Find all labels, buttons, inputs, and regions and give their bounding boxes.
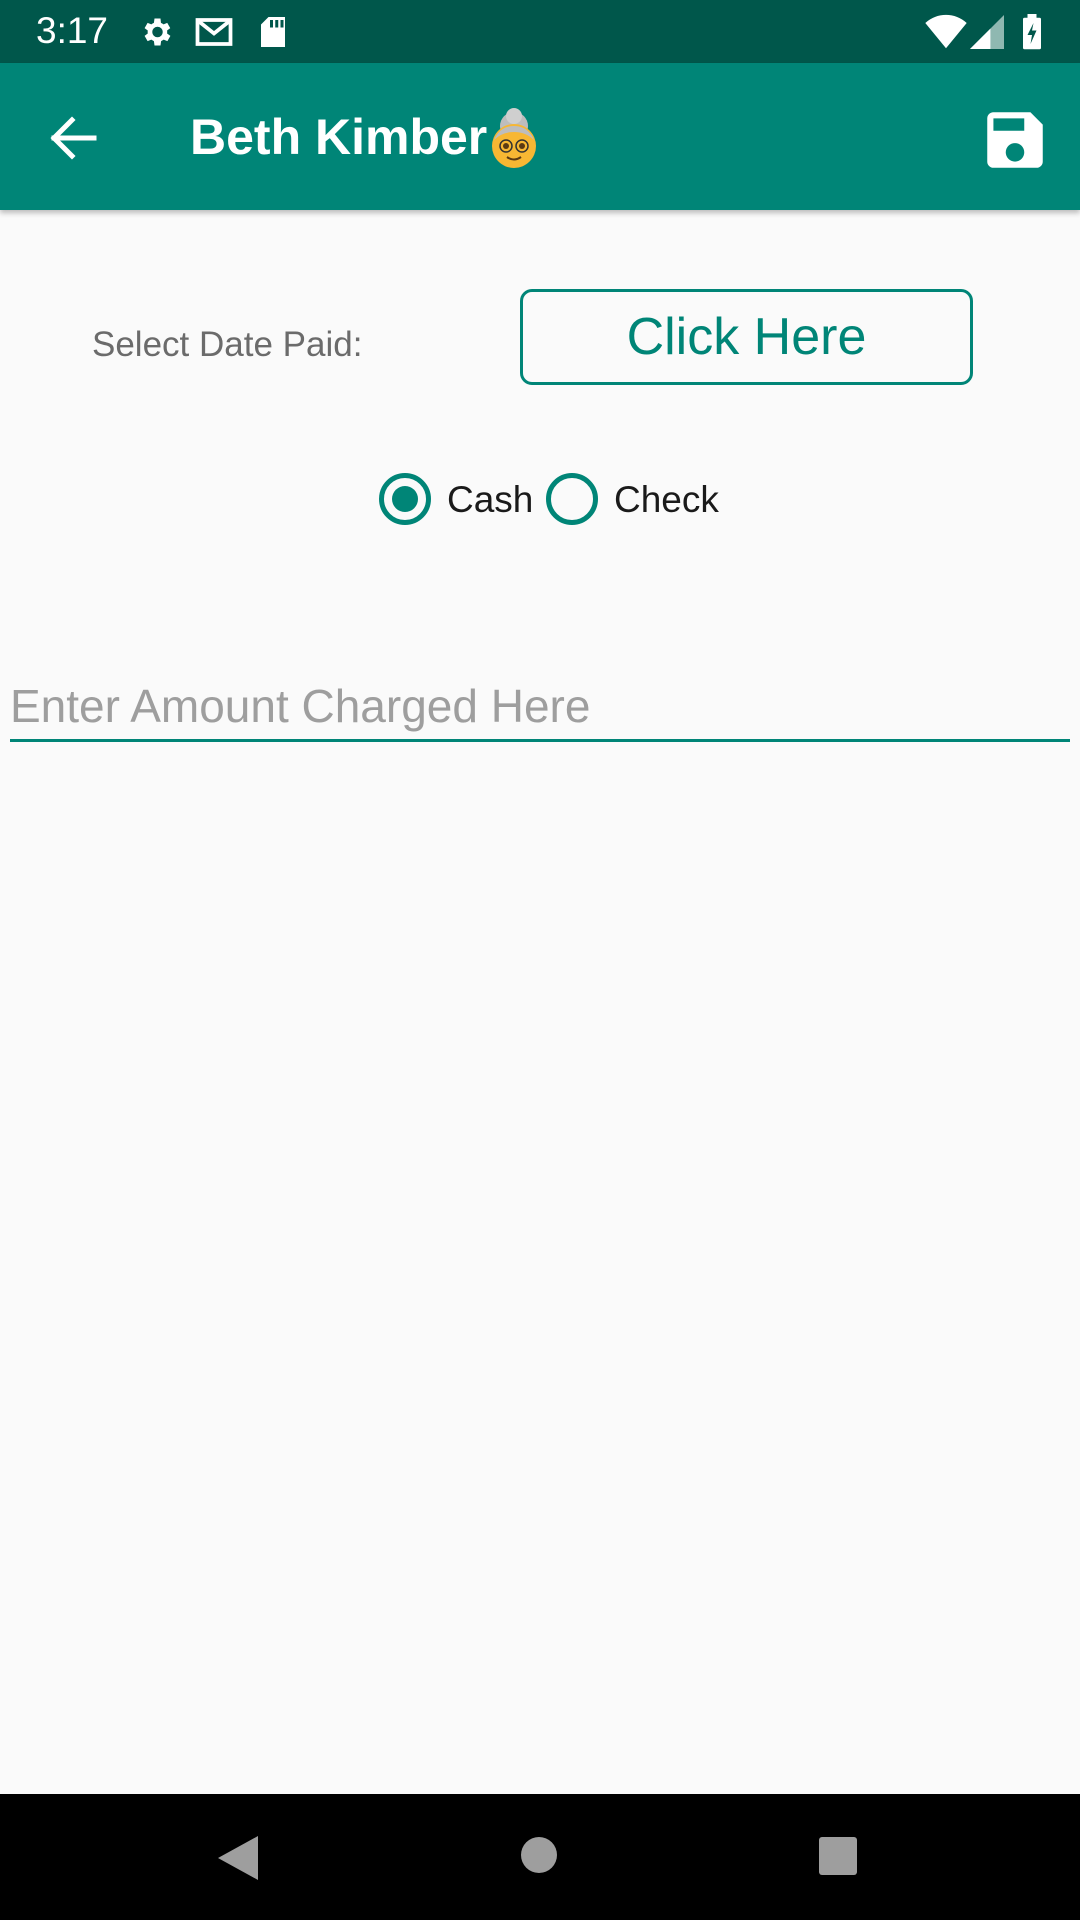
- home-circle-icon[interactable]: [520, 1836, 558, 1874]
- app-bar: Beth Kimber: [0, 63, 1080, 210]
- status-bar: 3:17: [0, 0, 1080, 63]
- radio-check[interactable]: [544, 471, 600, 527]
- recents-square-icon[interactable]: [818, 1836, 858, 1876]
- gmail-icon: [195, 18, 233, 46]
- save-floppy-icon[interactable]: [978, 103, 1052, 177]
- battery-charging-icon: [1023, 14, 1041, 50]
- page-title: Beth Kimber: [190, 109, 488, 165]
- older-woman-emoji: [492, 108, 536, 168]
- amount-input[interactable]: [10, 672, 1070, 742]
- back-triangle-icon[interactable]: [216, 1834, 260, 1882]
- radio-check-label[interactable]: Check: [614, 476, 719, 524]
- status-time: 3:17: [36, 10, 109, 51]
- select-date-button[interactable]: Click Here: [520, 289, 973, 385]
- radio-cash[interactable]: [377, 471, 433, 527]
- gear-icon: [144, 18, 171, 46]
- cell-signal-icon: [970, 15, 1004, 49]
- nav-bar: [0, 1794, 1080, 1920]
- arrow-back-icon[interactable]: [34, 99, 112, 177]
- sd-card-icon: [261, 17, 285, 47]
- radio-cash-label[interactable]: Cash: [447, 476, 533, 524]
- wifi-icon: [925, 14, 967, 49]
- date-label: Select Date Paid:: [92, 325, 363, 364]
